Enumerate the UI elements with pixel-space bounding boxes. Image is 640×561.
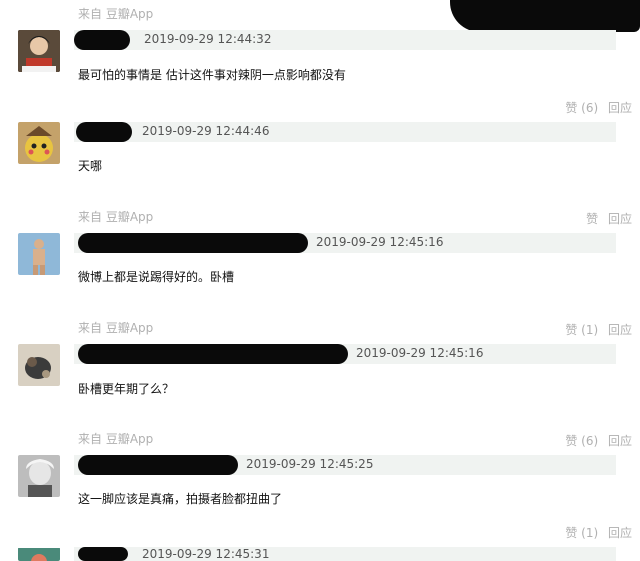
comment-meta: 2019-09-29 12:45:25 (74, 455, 616, 475)
like-button[interactable]: 赞 (586, 212, 598, 226)
reply-button[interactable]: 回应 (608, 434, 632, 448)
comment-meta: 2019-09-29 12:44:46 (74, 122, 616, 142)
like-button[interactable]: 赞 (1) (565, 323, 598, 337)
comment-text: 天哪 (78, 159, 103, 173)
comment-meta: 2019-09-29 12:45:16 (74, 233, 616, 253)
avatar[interactable] (18, 455, 60, 497)
comment-text: 最可怕的事情是 估计这件事对辣阴一点影响都没有 (78, 68, 346, 82)
avatar[interactable] (18, 30, 60, 72)
comment-actions: 赞 回应 (580, 210, 632, 227)
avatar[interactable] (18, 547, 60, 561)
reply-button[interactable]: 回应 (608, 526, 632, 540)
like-button[interactable]: 赞 (6) (565, 434, 598, 448)
comment-source: 来自 豆瓣App (78, 210, 154, 224)
comment-meta: 2019-09-29 12:45:31 (74, 547, 616, 561)
timestamp: 2019-09-29 12:45:25 (246, 457, 374, 471)
comment-source: 来自 豆瓣App (78, 7, 154, 21)
comment-source: 来自 豆瓣App (78, 321, 154, 335)
comment-actions: 赞 (6) 回应 (559, 432, 632, 449)
username-redaction (76, 122, 132, 142)
comment-text: 卧槽更年期了么？ (78, 382, 175, 396)
comment-text: 微博上都是说踢得好的。卧槽 (78, 270, 235, 284)
reply-button[interactable]: 回应 (608, 323, 632, 337)
comment-source: 来自 豆瓣App (78, 432, 154, 446)
username-redaction (78, 233, 308, 253)
username-redaction (78, 547, 128, 561)
like-button[interactable]: 赞 (1) (565, 526, 598, 540)
like-button[interactable]: 赞 (6) (565, 101, 598, 115)
timestamp: 2019-09-29 12:45:16 (316, 235, 444, 249)
timestamp: 2019-09-29 12:45:16 (356, 346, 484, 360)
avatar[interactable] (18, 122, 60, 164)
reply-button[interactable]: 回应 (608, 101, 632, 115)
timestamp: 2019-09-29 12:44:32 (144, 32, 272, 46)
avatar[interactable] (18, 344, 60, 386)
username-redaction (74, 30, 130, 50)
username-redaction (78, 344, 348, 364)
timestamp: 2019-09-29 12:45:31 (142, 547, 270, 561)
comment-actions: 赞 (1) 回应 (559, 321, 632, 338)
comment-meta: 2019-09-29 12:44:32 (74, 30, 616, 50)
redaction-block (450, 0, 640, 32)
comment-text: 这一脚应该是真痛，拍摄者脸都扭曲了 (78, 492, 283, 506)
timestamp: 2019-09-29 12:44:46 (142, 124, 270, 138)
comment-meta: 2019-09-29 12:45:16 (74, 344, 616, 364)
reply-button[interactable]: 回应 (608, 212, 632, 226)
comment-actions: 赞 (1) 回应 (559, 524, 632, 541)
username-redaction (78, 455, 238, 475)
avatar[interactable] (18, 233, 60, 275)
comment-actions: 赞 (6) 回应 (559, 99, 632, 116)
